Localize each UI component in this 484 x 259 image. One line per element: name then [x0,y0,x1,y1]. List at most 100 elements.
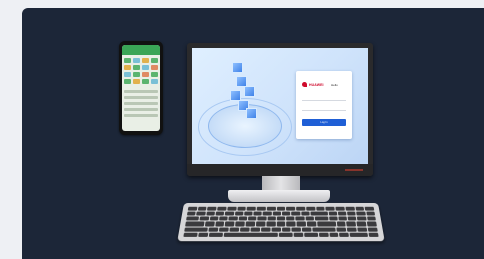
keyboard-key [305,206,316,211]
cube-icon [230,90,241,101]
keyboard-key [339,232,349,237]
password-field[interactable] [302,104,346,111]
keyboard-key [255,221,266,227]
keyboard-key [262,211,272,216]
keyboard-key [208,227,219,232]
keyboard-key [196,211,206,216]
keyboard-key [245,221,256,227]
keyboard-key [306,221,317,227]
username-field[interactable] [302,94,346,101]
keyboard-key [357,216,367,221]
keyboard-key [227,206,237,211]
keyboard-key [247,216,257,221]
keyboard-key [276,221,286,227]
keyboard-key [364,206,375,211]
keyboard-key [347,227,357,232]
keyboard-key [319,232,329,237]
keyboard-key [296,206,306,211]
monitor-indicator [345,169,363,171]
keyboard-key [207,206,217,211]
keyboard-key [205,211,215,216]
keyboard-key [234,211,244,216]
keyboard-key [338,216,348,221]
keyboard-row [187,206,375,211]
keyboard-key [199,216,209,221]
keyboard-key [286,221,296,227]
keyboard-key [310,211,328,216]
keyboard-key [329,232,339,237]
keyboard-key [246,206,256,211]
keyboard-key [286,206,296,211]
keyboard-key [235,221,245,227]
huawei-logo-icon [302,82,307,87]
cube-icon [232,62,243,73]
keyboard-key [198,232,208,237]
keyboard-key [223,232,279,237]
keyboard-key [335,206,345,211]
keyboard-key [357,227,368,232]
keyboard-key [337,211,347,216]
keyboard-key [279,232,294,237]
keyboard-row [183,232,379,237]
keyboard-key [300,211,310,216]
keyboard-key [356,221,367,227]
keyboard-key [237,206,247,211]
keyboard-key [366,211,376,216]
keyboard-key [282,211,291,216]
keyboard-key [257,216,267,221]
keyboard-key [266,221,276,227]
keyboard-key [366,216,377,221]
keyboard-key [356,211,366,216]
keyboard-key [314,216,328,221]
keyboard-row [185,221,377,227]
keyboard-keys [183,206,379,237]
keyboard [177,203,385,242]
keyboard-key [295,216,305,221]
keyboard-key [347,211,357,216]
keyboard-key [304,232,319,237]
keyboard-key [225,221,235,227]
keyboard-key [276,206,286,211]
keyboard-key [336,221,347,227]
monitor-stand-base [228,190,330,202]
keyboard-key [355,206,365,211]
keyboard-key [368,232,379,237]
keyboard-key [312,227,337,232]
brand-row: HUAWEI [302,82,324,87]
cube-icon [236,76,247,87]
keyboard-key [272,211,281,216]
keyboard-key [328,211,338,216]
keyboard-key [267,216,276,221]
monitor-display: HUAWEI Hello Log In [192,48,368,164]
cube-icon [244,86,255,97]
keyboard-key [209,216,219,221]
keyboard-key [238,216,248,221]
keyboard-key [215,211,225,216]
keyboard-key [185,216,200,221]
login-button[interactable]: Log In [302,119,346,126]
phone-app-list [122,90,160,117]
keyboard-key [347,216,357,221]
keyboard-key [294,232,304,237]
keyboard-key [197,206,207,211]
keyboard-key [271,227,281,232]
keyboard-key [367,221,377,227]
desktop-monitor: HUAWEI Hello Log In [187,43,373,176]
keyboard-key [229,227,240,232]
keyboard-row [184,227,378,232]
keyboard-key [243,211,253,216]
keyboard-key [219,216,229,221]
keyboard-key [250,227,260,232]
phone-app-header [122,45,160,55]
keyboard-key [184,227,209,232]
keyboard-key [260,227,271,232]
keyboard-key [217,206,227,211]
keyboard-key [183,232,198,237]
brand-name: HUAWEI [309,82,324,87]
keyboard-key [328,216,338,221]
keyboard-key [291,211,301,216]
keyboard-key [224,211,234,216]
keyboard-row [186,211,376,216]
keyboard-key [204,221,215,227]
keyboard-key [239,227,250,232]
